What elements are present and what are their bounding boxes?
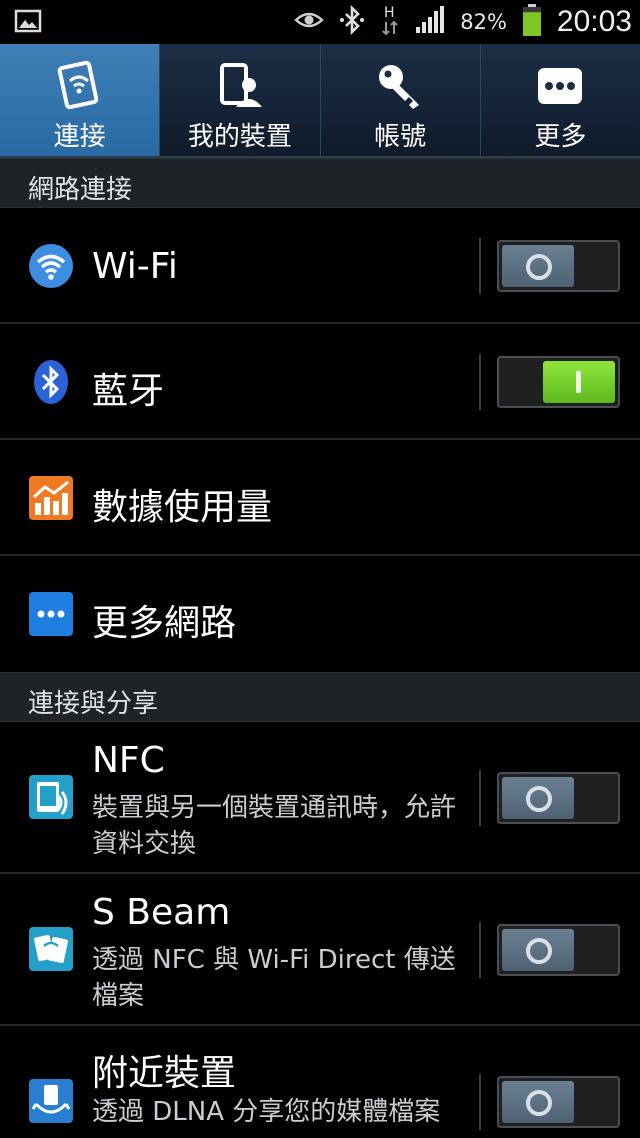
divider — [479, 770, 481, 826]
row-title: NFC — [92, 740, 165, 781]
picture-icon — [14, 8, 42, 38]
tab-label: 連接 — [53, 122, 106, 152]
divider — [479, 354, 481, 410]
settings-tab-bar: 連接 我的裝置 帳號 更多 — [0, 44, 640, 158]
divider — [479, 238, 481, 294]
battery-percent: 82% — [460, 10, 507, 34]
tab-connections[interactable]: 連接 — [0, 44, 161, 156]
sbeam-icon — [28, 926, 74, 972]
clock: 20:03 — [556, 5, 632, 38]
key-icon — [372, 58, 428, 114]
nearby-devices-toggle[interactable] — [497, 1076, 620, 1128]
row-title: S Beam — [92, 892, 231, 933]
tab-label: 帳號 — [374, 122, 427, 152]
row-title: 數據使用量 — [92, 487, 273, 528]
hsdpa-icon: H — [380, 3, 400, 41]
network-type-text: H — [384, 5, 395, 21]
signal-icon — [414, 5, 446, 39]
bluetooth-row[interactable]: 藍牙 — [0, 324, 640, 440]
row-title: 更多網路 — [92, 603, 237, 644]
bluetooth-toggle[interactable] — [497, 356, 620, 408]
row-subtitle: 透過 DLNA 分享您的媒體檔案 — [92, 1097, 441, 1127]
wifi-toggle[interactable] — [497, 240, 620, 292]
nfc-row[interactable]: NFC 裝置與另一個裝置通訊時，允許資料交換 — [0, 722, 640, 874]
bluetooth-icon — [28, 359, 74, 405]
wifi-icon — [28, 243, 74, 289]
data-usage-row[interactable]: 數據使用量 — [0, 440, 640, 556]
nearby-devices-row[interactable]: 附近裝置 透過 DLNA 分享您的媒體檔案 — [0, 1026, 640, 1138]
status-bar: H 82% 20:03 — [0, 0, 640, 44]
tab-my-device[interactable]: 我的裝置 — [160, 44, 321, 156]
eye-icon — [294, 9, 325, 35]
tab-label: 更多 — [534, 122, 587, 152]
my-device-icon — [212, 58, 268, 114]
section-header-network: 網路連接 — [0, 158, 640, 208]
row-subtitle: 透過 NFC 與 Wi-Fi Direct 傳送檔案 — [92, 945, 456, 1011]
divider — [479, 922, 481, 978]
section-header-connect-share: 連接與分享 — [0, 672, 640, 722]
connections-icon — [52, 58, 108, 114]
row-subtitle: 裝置與另一個裝置通訊時，允許資料交換 — [92, 793, 457, 859]
sbeam-toggle[interactable] — [497, 924, 620, 976]
sbeam-row[interactable]: S Beam 透過 NFC 與 Wi-Fi Direct 傳送檔案 — [0, 874, 640, 1026]
row-title: Wi-Fi — [92, 246, 178, 287]
bluetooth-status-icon — [338, 4, 366, 39]
tab-label: 我的裝置 — [187, 122, 292, 152]
tab-more[interactable]: 更多 — [481, 44, 640, 156]
nfc-toggle[interactable] — [497, 772, 620, 824]
row-title: 藍牙 — [92, 371, 165, 412]
row-title: 附近裝置 — [92, 1053, 237, 1094]
tab-accounts[interactable]: 帳號 — [321, 44, 481, 156]
nfc-icon — [28, 774, 74, 820]
data-usage-icon — [28, 475, 74, 521]
battery-icon — [521, 3, 543, 41]
section-title: 連接與分享 — [28, 689, 159, 719]
more-networks-row[interactable]: 更多網路 — [0, 556, 640, 672]
wifi-row[interactable]: Wi-Fi — [0, 208, 640, 324]
more-icon — [532, 58, 588, 114]
more-networks-icon — [28, 591, 74, 637]
divider — [479, 1074, 481, 1130]
section-title: 網路連接 — [28, 175, 133, 205]
nearby-devices-icon — [28, 1078, 74, 1124]
